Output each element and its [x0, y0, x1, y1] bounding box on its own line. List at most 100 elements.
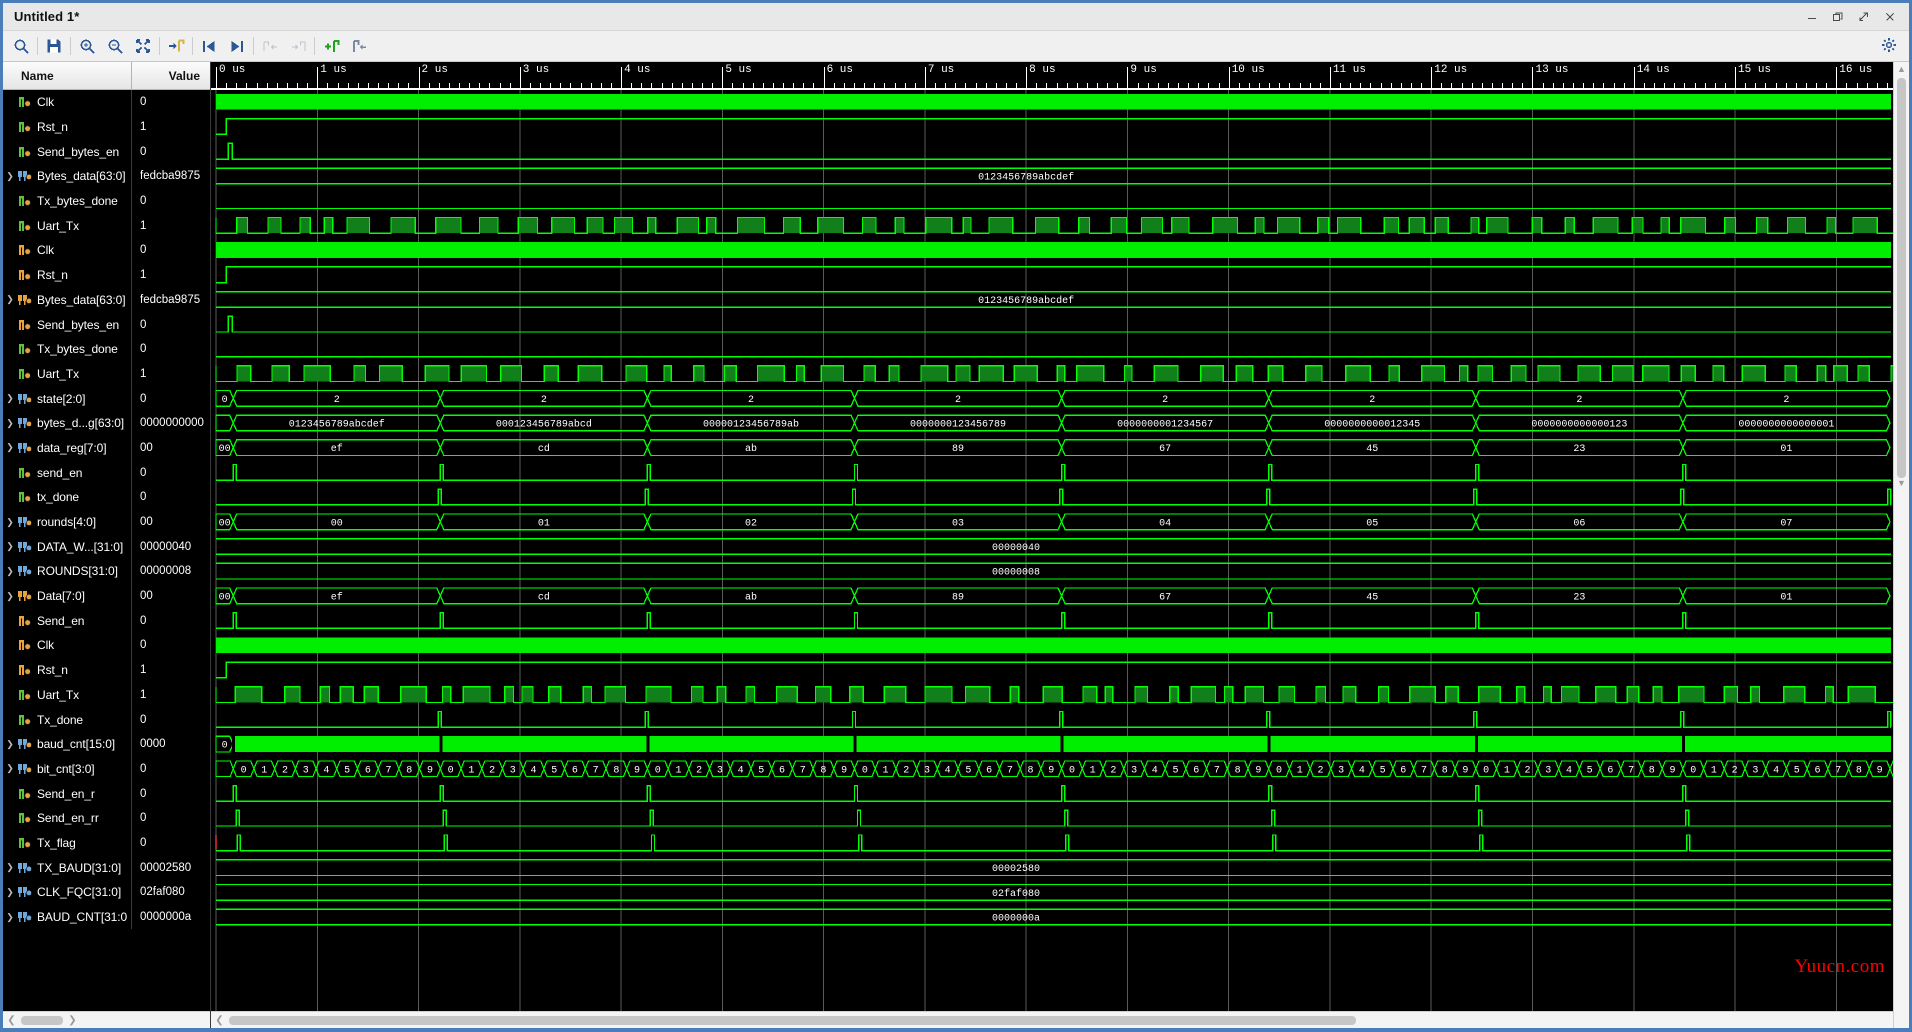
signal-name-cell[interactable]: ❯Send_en_r — [3, 787, 131, 801]
expand-chevron-icon[interactable]: ❯ — [3, 418, 17, 428]
signal-row[interactable]: ❯Uart_Tx1 — [3, 682, 210, 708]
scroll-down-icon[interactable]: ▼ — [1897, 478, 1906, 490]
signal-row[interactable]: ❯tx_done0 — [3, 485, 210, 510]
expand-chevron-icon[interactable]: ❯ — [3, 171, 17, 181]
minimize-icon[interactable] — [1799, 5, 1825, 29]
vertical-scroll-thumb[interactable] — [1897, 78, 1906, 478]
signal-row[interactable]: ❯ bytes_d...g[63:0] 0000000000 — [3, 410, 210, 436]
scroll-thumb[interactable] — [21, 1015, 63, 1025]
signal-name-cell[interactable]: ❯ data_reg[7:0] — [3, 441, 131, 455]
signal-name-cell[interactable]: ❯Uart_Tx — [3, 219, 131, 233]
signal-name-cell[interactable]: ❯ CLK_FQC[31:0] — [3, 885, 131, 899]
expand-chevron-icon[interactable]: ❯ — [3, 394, 17, 403]
goto-marker-icon[interactable] — [162, 33, 190, 59]
signal-row[interactable]: ❯Send_bytes_en0 — [3, 312, 210, 337]
wave-scroll-thumb[interactable] — [229, 1015, 1356, 1025]
signal-row[interactable]: ❯ TX_BAUD[31:0] 00002580 — [3, 855, 210, 880]
add-marker-icon[interactable] — [317, 33, 345, 59]
signal-name-cell[interactable]: ❯ Bytes_data[63:0] — [3, 293, 131, 307]
signal-row[interactable]: ❯Clk0 — [3, 633, 210, 658]
column-header-value[interactable]: Value — [131, 62, 210, 89]
zoom-in-icon[interactable] — [73, 33, 101, 59]
signal-name-cell[interactable]: ❯ Data[7:0] — [3, 589, 131, 603]
signal-name-cell[interactable]: ❯Uart_Tx — [3, 367, 131, 381]
signal-row[interactable]: ❯Clk0 — [3, 238, 210, 263]
signal-row[interactable]: ❯Uart_Tx1 — [3, 361, 210, 387]
vertical-scrollbar[interactable]: ▲ ▼ — [1893, 62, 1909, 1028]
signal-row[interactable]: ❯ DATA_W...[31:0] 00000040 — [3, 534, 210, 560]
signal-name-cell[interactable]: ❯ TX_BAUD[31:0] — [3, 861, 131, 875]
zoom-out-icon[interactable] — [101, 33, 129, 59]
signal-name-cell[interactable]: ❯Send_bytes_en — [3, 145, 131, 159]
signal-row[interactable]: ❯ CLK_FQC[31:0] 02faf080 — [3, 880, 210, 905]
scroll-left-icon[interactable]: ❮ — [5, 1015, 18, 1026]
signal-row[interactable]: ❯Tx_bytes_done0 — [3, 336, 210, 362]
signal-name-cell[interactable]: ❯Tx_flag — [3, 836, 131, 850]
previous-transition-icon[interactable] — [195, 33, 223, 59]
expand-chevron-icon[interactable]: ❯ — [3, 863, 17, 872]
signal-name-cell[interactable]: ❯tx_done — [3, 490, 131, 504]
signal-name-cell[interactable]: ❯Tx_bytes_done — [3, 342, 131, 356]
signal-row[interactable]: ❯ BAUD_CNT[31:0 0000000a — [3, 904, 210, 930]
waveform-canvas[interactable]: 0123456789abcdef 0123456789abcdef 0 2 2 2 2 2 2 2… — [211, 90, 1893, 1011]
signal-row[interactable]: ❯Send_en_rr0 — [3, 805, 210, 831]
wave-scroll-left-icon[interactable]: ❮ — [213, 1015, 226, 1026]
signal-name-cell[interactable]: ❯ ROUNDS[31:0] — [3, 564, 131, 578]
next-transition-icon[interactable] — [223, 33, 251, 59]
signal-row[interactable]: ❯Rst_n1 — [3, 262, 210, 288]
signal-name-cell[interactable]: ❯Tx_bytes_done — [3, 194, 131, 208]
signal-name-cell[interactable]: ❯ bit_cnt[3:0] — [3, 762, 131, 776]
signal-row[interactable]: ❯ rounds[4:0] 00 — [3, 509, 210, 535]
signal-name-cell[interactable]: ❯Rst_n — [3, 663, 131, 677]
signal-row[interactable]: ❯Send_bytes_en0 — [3, 139, 210, 165]
signal-name-cell[interactable]: ❯ state[2:0] — [3, 392, 131, 406]
signal-name-cell[interactable]: ❯send_en — [3, 466, 131, 480]
signal-row[interactable]: ❯Rst_n1 — [3, 114, 210, 140]
expand-chevron-icon[interactable]: ❯ — [3, 295, 17, 304]
signal-list-hscrollbar[interactable]: ❮ ❯ — [3, 1011, 210, 1028]
close-icon[interactable] — [1877, 5, 1903, 29]
expand-chevron-icon[interactable]: ❯ — [3, 566, 17, 576]
signal-row[interactable]: ❯Tx_bytes_done0 — [3, 188, 210, 214]
signal-row[interactable]: ❯Clk0 — [3, 90, 210, 115]
signal-name-cell[interactable]: ❯Tx_done — [3, 713, 131, 727]
settings-gear-icon[interactable] — [1877, 33, 1901, 57]
signal-row[interactable]: ❯ baud_cnt[15:0] 0000 — [3, 731, 210, 757]
expand-chevron-icon[interactable]: ❯ — [3, 912, 17, 922]
signal-row[interactable]: ❯ Bytes_data[63:0] fedcba9875 — [3, 164, 210, 189]
expand-chevron-icon[interactable]: ❯ — [3, 517, 17, 527]
delete-marker-icon[interactable] — [345, 33, 373, 59]
signal-row[interactable]: ❯ data_reg[7:0] 00 — [3, 435, 210, 461]
signal-row[interactable]: ❯send_en0 — [3, 460, 210, 485]
signal-row[interactable]: ❯ bit_cnt[3:0] 0 — [3, 756, 210, 782]
signal-row[interactable]: ❯Rst_n1 — [3, 657, 210, 683]
column-header-name[interactable]: Name — [3, 69, 131, 83]
signal-name-cell[interactable]: ❯Clk — [3, 95, 131, 109]
signal-name-cell[interactable]: ❯Uart_Tx — [3, 688, 131, 702]
signal-name-cell[interactable]: ❯Clk — [3, 243, 131, 257]
signal-name-cell[interactable]: ❯ bytes_d...g[63:0] — [3, 416, 131, 430]
signal-row[interactable]: ❯Tx_done0 — [3, 707, 210, 732]
signal-name-cell[interactable]: ❯Clk — [3, 638, 131, 652]
expand-chevron-icon[interactable]: ❯ — [3, 443, 17, 452]
expand-chevron-icon[interactable]: ❯ — [3, 542, 17, 551]
zoom-fit-icon[interactable] — [129, 33, 157, 59]
signal-name-cell[interactable]: ❯ rounds[4:0] — [3, 515, 131, 529]
scroll-up-icon[interactable]: ▲ — [1897, 64, 1906, 76]
search-icon[interactable] — [7, 33, 35, 59]
restore-icon[interactable] — [1825, 5, 1851, 29]
signal-name-cell[interactable]: ❯Rst_n — [3, 120, 131, 134]
expand-chevron-icon[interactable]: ❯ — [3, 591, 17, 601]
expand-chevron-icon[interactable]: ❯ — [3, 764, 17, 773]
signal-name-cell[interactable]: ❯Send_bytes_en — [3, 318, 131, 332]
signal-name-cell[interactable]: ❯ BAUD_CNT[31:0 — [3, 910, 131, 924]
signal-row[interactable]: ❯Send_en0 — [3, 608, 210, 634]
expand-chevron-icon[interactable]: ❯ — [3, 887, 17, 897]
waveform-hscrollbar[interactable]: ❮ — [211, 1011, 1893, 1028]
signal-row[interactable]: ❯Uart_Tx1 — [3, 213, 210, 239]
signal-name-cell[interactable]: ❯Rst_n — [3, 268, 131, 282]
signal-name-cell[interactable]: ❯ baud_cnt[15:0] — [3, 737, 131, 751]
signal-row[interactable]: ❯ state[2:0] 0 — [3, 386, 210, 411]
expand-chevron-icon[interactable]: ❯ — [3, 739, 17, 749]
signal-row[interactable]: ❯ Bytes_data[63:0] fedcba9875 — [3, 287, 210, 313]
